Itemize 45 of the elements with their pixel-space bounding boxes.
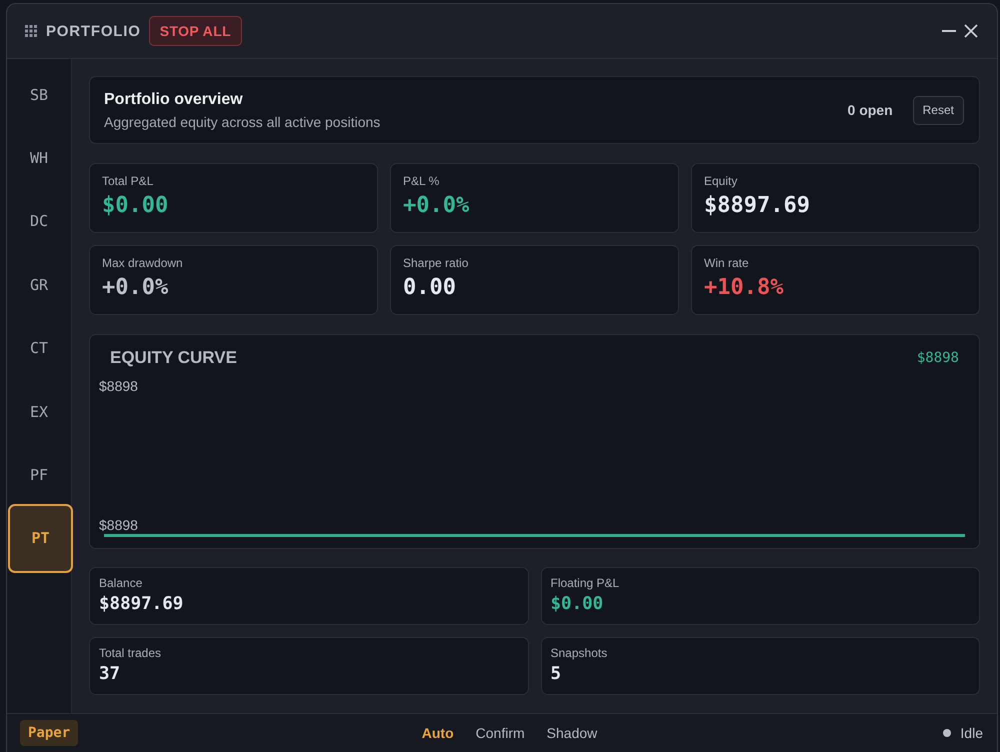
axis-max-label: $8898 [99,377,138,395]
sidebar-tab[interactable]: DC [28,211,50,232]
mode-tab[interactable]: Confirm [476,725,525,741]
sidebar-tab[interactable]: CT [28,338,50,358]
metric-label: Total P&L [102,174,154,188]
mode-badge: Paper [20,720,78,746]
reset-button[interactable]: Reset [912,96,964,124]
latest-equity: $8898 [916,349,959,368]
drag-handle-icon[interactable] [25,25,37,37]
metric-label: Win rate [704,256,749,270]
account-value: $0.00 [550,594,604,614]
metric-value: +10.8% [704,276,784,300]
metric-value: +0.0% [403,194,470,218]
account-value: 5 [550,664,562,684]
chart-title: EQUITY CURVE [110,348,237,368]
metric-label: P&L % [403,174,440,188]
overview-title: Portfolio overview [104,90,244,108]
sidebar-tab[interactable]: EX [28,402,50,422]
open-count: 0 open [848,102,893,118]
mode-tab[interactable]: Shadow [546,725,598,741]
metric-label: Max drawdown [102,256,183,270]
sidebar-tab[interactable]: GR [28,274,50,295]
metric-value: $0.00 [102,194,168,218]
metric-label: Equity [704,174,738,188]
sidebar-tab[interactable]: SB [28,84,50,105]
metric-value: $8897.69 [704,194,810,218]
overview-subtitle: Aggregated equity across all active positions [104,114,380,130]
mode-tab[interactable]: Auto [422,725,454,741]
account-label: Total trades [99,646,162,660]
sidebar-tab[interactable]: WH [28,148,50,168]
account-label: Floating P&L [550,576,620,590]
metric-value: 0.00 [403,276,456,300]
sidebar-tab[interactable]: PT [8,504,73,573]
axis-min-label: $8898 [99,516,138,534]
window-title: PORTFOLIO [46,22,141,40]
close-icon[interactable] [964,24,978,38]
metric-label: Sharpe ratio [403,256,468,270]
metric-value: +0.0% [102,276,168,300]
account-value: 37 [99,664,120,684]
account-label: Balance [99,576,142,590]
stop-all-button[interactable]: STOP ALL [148,16,242,46]
status-label: Idle [960,725,983,741]
account-label: Snapshots [550,646,608,660]
sidebar-tab[interactable]: PF [28,465,50,486]
account-value: $8897.69 [99,594,184,614]
